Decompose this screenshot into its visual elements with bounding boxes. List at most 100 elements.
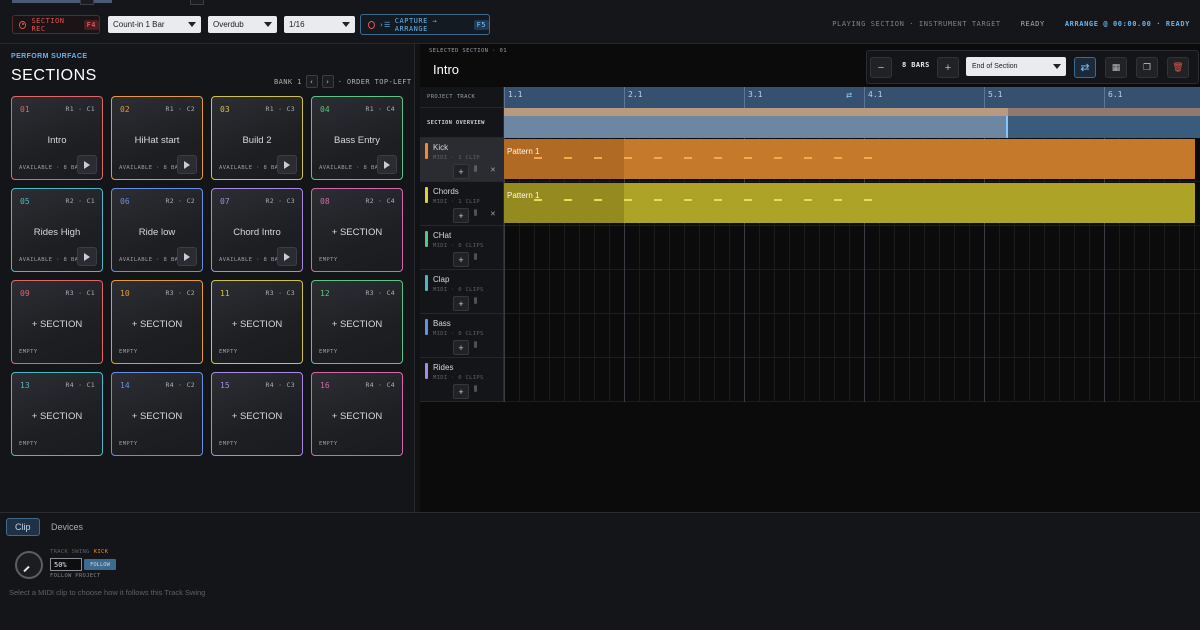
grid-line: [759, 314, 760, 358]
section-pad[interactable]: 16 R4 · C4 + SECTION EMPTY: [311, 372, 403, 456]
bank-next-button[interactable]: ›: [321, 75, 334, 88]
add-clip-button[interactable]: +: [453, 296, 469, 311]
track-header[interactable]: Kick MIDI · 1 CLIP + ⫼ ✕: [420, 138, 504, 182]
midi-clip[interactable]: Pattern 1: [504, 183, 1195, 223]
grid-line: [804, 226, 805, 270]
section-pad[interactable]: 08 R2 · C4 + SECTION EMPTY: [311, 188, 403, 272]
grid-line: [999, 270, 1000, 314]
section-pad[interactable]: 10 R3 · C2 + SECTION EMPTY: [111, 280, 203, 364]
track-header[interactable]: Chords MIDI · 1 CLIP + ⫼ ✕: [420, 182, 504, 226]
section-rec-label: SECTION REC: [31, 16, 65, 33]
add-clip-button[interactable]: +: [453, 252, 469, 267]
loop-marker-icon[interactable]: ⇄: [846, 90, 852, 101]
track-header[interactable]: Rides MIDI · 0 CLIPS + ⫼: [420, 358, 504, 402]
bank-prev-button[interactable]: ‹: [305, 75, 318, 88]
midi-clip[interactable]: Pattern 1: [504, 139, 1195, 179]
increase-bars-button[interactable]: +: [937, 57, 959, 78]
overview-selection[interactable]: [504, 116, 1008, 138]
section-pad[interactable]: 13 R4 · C1 + SECTION EMPTY: [11, 372, 103, 456]
pad-status: EMPTY: [19, 349, 38, 355]
grid-line: [894, 314, 895, 358]
section-pad[interactable]: 12 R3 · C4 + SECTION EMPTY: [311, 280, 403, 364]
midi-note: [684, 157, 692, 159]
section-pad[interactable]: 06 R2 · C2 Ride low AVAILABLE · 8 BA: [111, 188, 203, 272]
grid-button[interactable]: ▦: [1105, 57, 1127, 78]
grid-line: [879, 226, 880, 270]
top-toolbar: SECTION REC F4 Count-in 1 Bar Overdub 1/…: [0, 0, 1200, 44]
track-lane[interactable]: [504, 226, 1200, 270]
section-pad[interactable]: 04 R1 · C4 Bass Entry AVAILABLE · 8 BA: [311, 96, 403, 180]
mixer-icon[interactable]: ⫼: [474, 254, 477, 262]
grid-line: [1179, 226, 1180, 270]
add-clip-button[interactable]: +: [453, 208, 469, 223]
grid-line: [1089, 270, 1090, 314]
section-pad[interactable]: 11 R3 · C3 + SECTION EMPTY: [211, 280, 303, 364]
grid-line: [654, 314, 655, 358]
close-icon[interactable]: ✕: [490, 166, 496, 174]
section-pad[interactable]: 05 R2 · C1 Rides High AVAILABLE · 8 BA: [11, 188, 103, 272]
detail-panel: Clip Devices TRACK SWING KICK 50% FOLLOW …: [0, 512, 1200, 630]
track-lane[interactable]: [504, 270, 1200, 314]
mixer-icon[interactable]: ⫼: [474, 298, 477, 306]
grid-line: [534, 270, 535, 314]
section-pad[interactable]: 15 R4 · C3 + SECTION EMPTY: [211, 372, 303, 456]
swing-value-input[interactable]: 50%: [50, 558, 82, 571]
section-pad[interactable]: 01 R1 · C1 Intro AVAILABLE · 8 BA: [11, 96, 103, 180]
mixer-icon[interactable]: ⫼: [474, 166, 477, 174]
add-clip-button[interactable]: +: [453, 384, 469, 399]
section-overview-bar[interactable]: [504, 108, 1200, 138]
countin-select[interactable]: Count-in 1 Bar: [108, 16, 201, 33]
track-lane[interactable]: Pattern 1: [504, 182, 1200, 226]
section-pad[interactable]: 09 R3 · C1 + SECTION EMPTY: [11, 280, 103, 364]
swing-knob[interactable]: [15, 551, 43, 579]
tab-devices[interactable]: Devices: [43, 518, 91, 536]
track-header[interactable]: Clap MIDI · 0 CLIPS + ⫼: [420, 270, 504, 314]
duplicate-button[interactable]: ❐: [1136, 57, 1158, 78]
mixer-icon[interactable]: ⫼: [474, 342, 477, 350]
play-button[interactable]: [77, 155, 97, 174]
pad-number: 16: [320, 381, 330, 390]
section-pad[interactable]: 14 R4 · C2 + SECTION EMPTY: [111, 372, 203, 456]
section-pad[interactable]: 07 R2 · C3 Chord Intro AVAILABLE · 8 BA: [211, 188, 303, 272]
quantize-select[interactable]: 1/16: [284, 16, 355, 33]
grid-line: [834, 226, 835, 270]
pad-name: + SECTION: [231, 411, 283, 422]
track-lane[interactable]: Pattern 1: [504, 138, 1200, 182]
grid-line: [759, 358, 760, 402]
play-button[interactable]: [177, 155, 197, 174]
track-name: Bass: [433, 319, 451, 328]
quantize-value: 1/16: [289, 20, 305, 29]
track-header[interactable]: Bass MIDI · 0 CLIPS + ⫼: [420, 314, 504, 358]
track-lane[interactable]: [504, 314, 1200, 358]
play-button[interactable]: [277, 155, 297, 174]
track-header[interactable]: CHat MIDI · 0 CLIPS + ⫼: [420, 226, 504, 270]
play-button[interactable]: [277, 247, 297, 266]
add-clip-button[interactable]: +: [453, 164, 469, 179]
decrease-bars-button[interactable]: −: [870, 57, 892, 78]
midi-note: [624, 157, 632, 159]
close-icon[interactable]: ✕: [490, 210, 496, 218]
delete-section-button[interactable]: 🗑: [1167, 57, 1189, 78]
loop-button[interactable]: ⇄: [1074, 57, 1096, 78]
play-button[interactable]: [177, 247, 197, 266]
grid-line: [1044, 314, 1045, 358]
section-rec-button[interactable]: SECTION REC F4: [12, 15, 100, 34]
add-clip-button[interactable]: +: [453, 340, 469, 355]
section-pad[interactable]: 03 R1 · C3 Build 2 AVAILABLE · 8 BA: [211, 96, 303, 180]
section-pad[interactable]: 02 R1 · C2 HiHat start AVAILABLE · 8 BA: [111, 96, 203, 180]
follow-button[interactable]: FOLLOW: [84, 559, 116, 570]
track-meta: MIDI · 0 CLIPS: [433, 331, 484, 337]
end-mode-select[interactable]: End of Section: [966, 57, 1066, 76]
mixer-icon[interactable]: ⫼: [474, 386, 477, 394]
capture-arrange-button[interactable]: ›☰ CAPTURE → ARRANGE F5: [360, 14, 490, 35]
mixer-icon[interactable]: ⫼: [474, 210, 477, 218]
record-mode-select[interactable]: Overdub: [208, 16, 277, 33]
tab-clip[interactable]: Clip: [6, 518, 40, 536]
timeline-ruler[interactable]: 1.1 2.1 3.1 4.1 5.1 6.1 ⇄: [504, 87, 1200, 108]
play-button[interactable]: [77, 247, 97, 266]
grid-line: [1059, 226, 1060, 270]
play-button[interactable]: [377, 155, 397, 174]
track-name: Kick: [433, 143, 449, 152]
project-track-header: PROJECT TRACK: [420, 87, 504, 108]
track-lane[interactable]: [504, 358, 1200, 402]
